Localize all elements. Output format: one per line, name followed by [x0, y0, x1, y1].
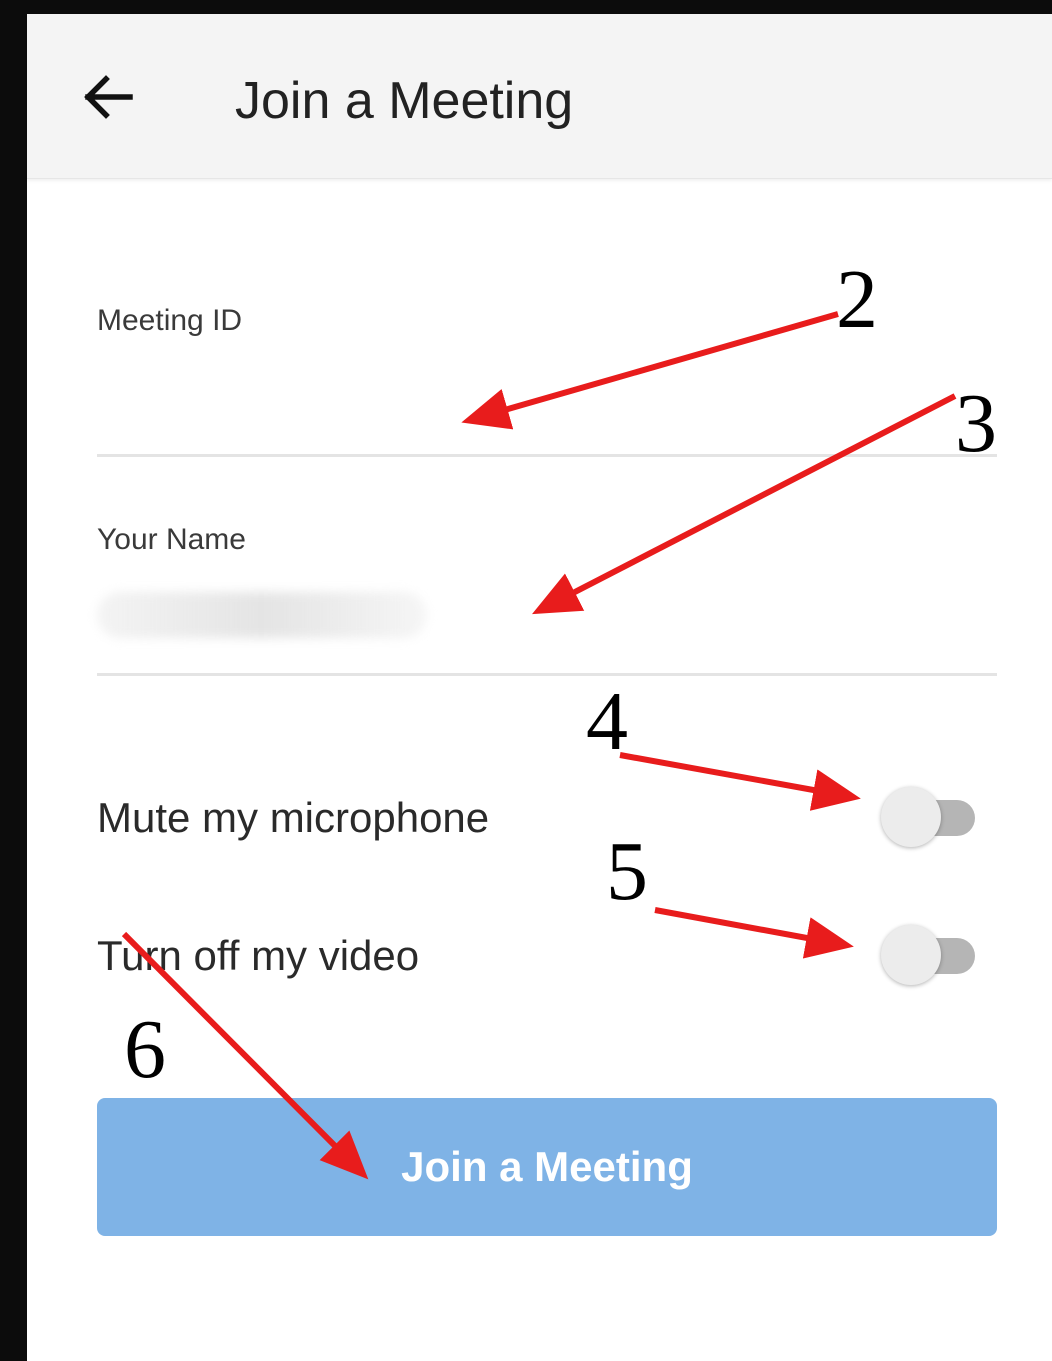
mute-microphone-label: Mute my microphone	[97, 794, 490, 841]
blurred-name-value	[97, 592, 427, 638]
app-bar: Join a Meeting	[27, 14, 1052, 179]
device-frame-left	[0, 0, 27, 1361]
join-meeting-button[interactable]: Join a Meeting	[97, 1098, 997, 1236]
your-name-input[interactable]	[97, 584, 997, 644]
back-button[interactable]	[77, 66, 139, 128]
turn-off-video-label: Turn off my video	[97, 932, 420, 979]
annotation-number-6: 6	[124, 1003, 166, 1096]
device-frame-top	[0, 0, 1052, 14]
annotation-number-3: 3	[955, 377, 997, 470]
meeting-id-underline	[97, 454, 997, 457]
annotation-number-5: 5	[606, 825, 648, 918]
annotation-number-4: 4	[586, 675, 628, 768]
annotation-number-2: 2	[836, 253, 878, 346]
page-title: Join a Meeting	[235, 72, 574, 130]
your-name-label: Your Name	[97, 523, 246, 556]
join-meeting-screen: Join a Meeting Meeting ID Your Name Mute…	[27, 14, 1052, 1361]
meeting-id-label: Meeting ID	[97, 304, 243, 337]
turn-off-video-toggle[interactable]	[879, 922, 981, 988]
toggle-thumb	[881, 787, 941, 847]
your-name-underline	[97, 673, 997, 676]
toggle-thumb	[881, 925, 941, 985]
meeting-id-input[interactable]	[97, 384, 997, 444]
arrow-left-icon	[84, 75, 133, 119]
mute-microphone-toggle[interactable]	[879, 784, 981, 850]
